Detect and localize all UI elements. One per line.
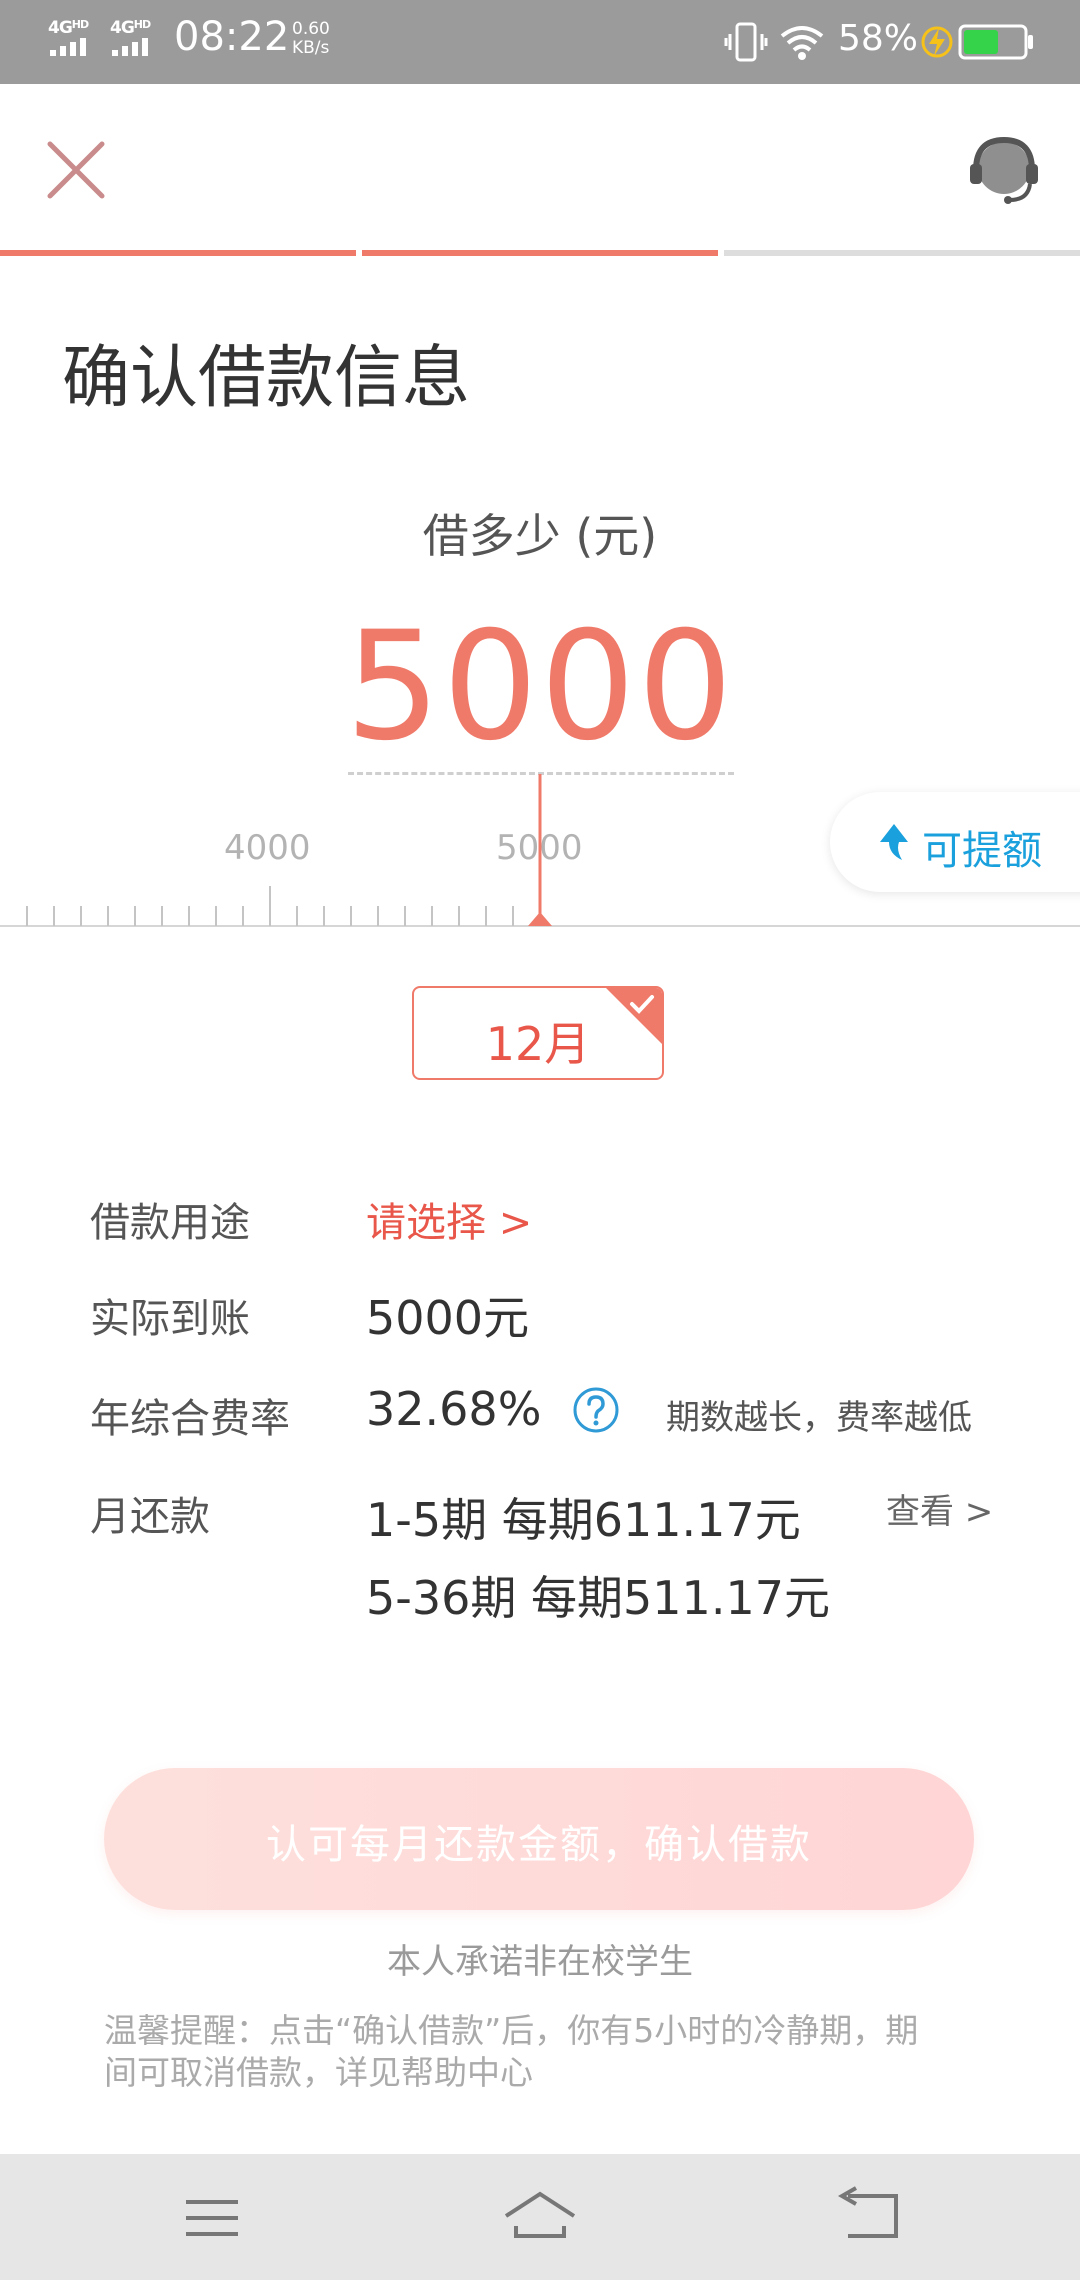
arrow-up-icon <box>880 824 908 860</box>
progress-step-pending <box>724 250 1080 256</box>
purpose-label: 借款用途 <box>90 1200 250 1246</box>
monthly-line-2: 5-36期 每期511.17元 <box>366 1571 830 1625</box>
hd-badge: HD <box>71 18 89 31</box>
battery-percent: 58% <box>838 18 919 59</box>
headset-icon <box>970 136 1038 204</box>
raise-limit-button[interactable]: 可提额 <box>830 792 1080 892</box>
monthly-label: 月还款 <box>90 1494 210 1540</box>
battery-icon <box>958 24 1033 60</box>
customer-service-button[interactable] <box>964 130 1044 210</box>
wifi-icon <box>780 26 824 60</box>
close-icon <box>47 141 105 199</box>
speed-value: 0.60 <box>292 19 330 39</box>
ruler-label: 4000 <box>224 828 311 868</box>
cooling-off-reminder: 温馨提醒：点击“确认借款”后，你有5小时的冷静期，期间可取消借款，详见帮助中心 <box>104 2011 919 2092</box>
menu-icon[interactable] <box>172 2182 252 2252</box>
amount-label: 借多少 (元) <box>422 509 658 563</box>
rate-note: 期数越长，费率越低 <box>666 1398 972 1438</box>
raise-limit-label: 可提额 <box>922 828 1042 874</box>
clock: 08:22 <box>174 14 290 60</box>
system-nav-bar <box>0 2154 1080 2280</box>
network-type: 4G <box>48 18 73 38</box>
back-icon[interactable] <box>828 2182 908 2252</box>
charging-icon <box>921 26 953 58</box>
status-bar: 4GHD 4GHD 08:22 0.60 KB/s 58% <box>0 0 1080 84</box>
monthly-line-1: 1-5期 每期611.17元 <box>366 1493 801 1547</box>
amount-value: 5000 <box>345 600 735 774</box>
signal-icon: 4GHD <box>48 18 108 58</box>
term-option-selected[interactable]: 12月 <box>412 986 664 1080</box>
check-icon <box>606 988 662 1044</box>
slider-pointer <box>528 912 552 926</box>
student-pledge: 本人承诺非在校学生 <box>387 1942 693 1982</box>
ruler-label: 5000 <box>496 828 583 868</box>
hd-badge: HD <box>133 18 151 31</box>
network-speed: 0.60 KB/s <box>292 20 330 58</box>
purpose-select[interactable]: 请选择 > <box>366 1190 532 1248</box>
step-progress <box>0 250 1080 258</box>
close-button[interactable] <box>36 130 116 210</box>
signal-icon: 4GHD <box>110 18 170 58</box>
received-label: 实际到账 <box>90 1296 250 1342</box>
rate-value: 32.68% <box>366 1382 542 1436</box>
vibrate-icon <box>724 22 768 62</box>
network-type: 4G <box>110 18 135 38</box>
progress-step-done <box>362 250 718 256</box>
confirm-loan-label: 认可每月还款金额，确认借款 <box>266 1823 812 1867</box>
rate-label: 年综合费率 <box>90 1396 290 1442</box>
question-circle-icon[interactable] <box>572 1386 620 1434</box>
received-value: 5000元 <box>366 1291 530 1345</box>
progress-step-done <box>0 250 356 256</box>
confirm-loan-button[interactable]: 认可每月还款金额，确认借款 <box>104 1768 974 1910</box>
view-schedule-link[interactable]: 查看 > <box>886 1484 993 1533</box>
speed-unit: KB/s <box>292 38 330 58</box>
home-icon[interactable] <box>500 2182 580 2252</box>
page-title: 确认借款信息 <box>62 339 471 418</box>
